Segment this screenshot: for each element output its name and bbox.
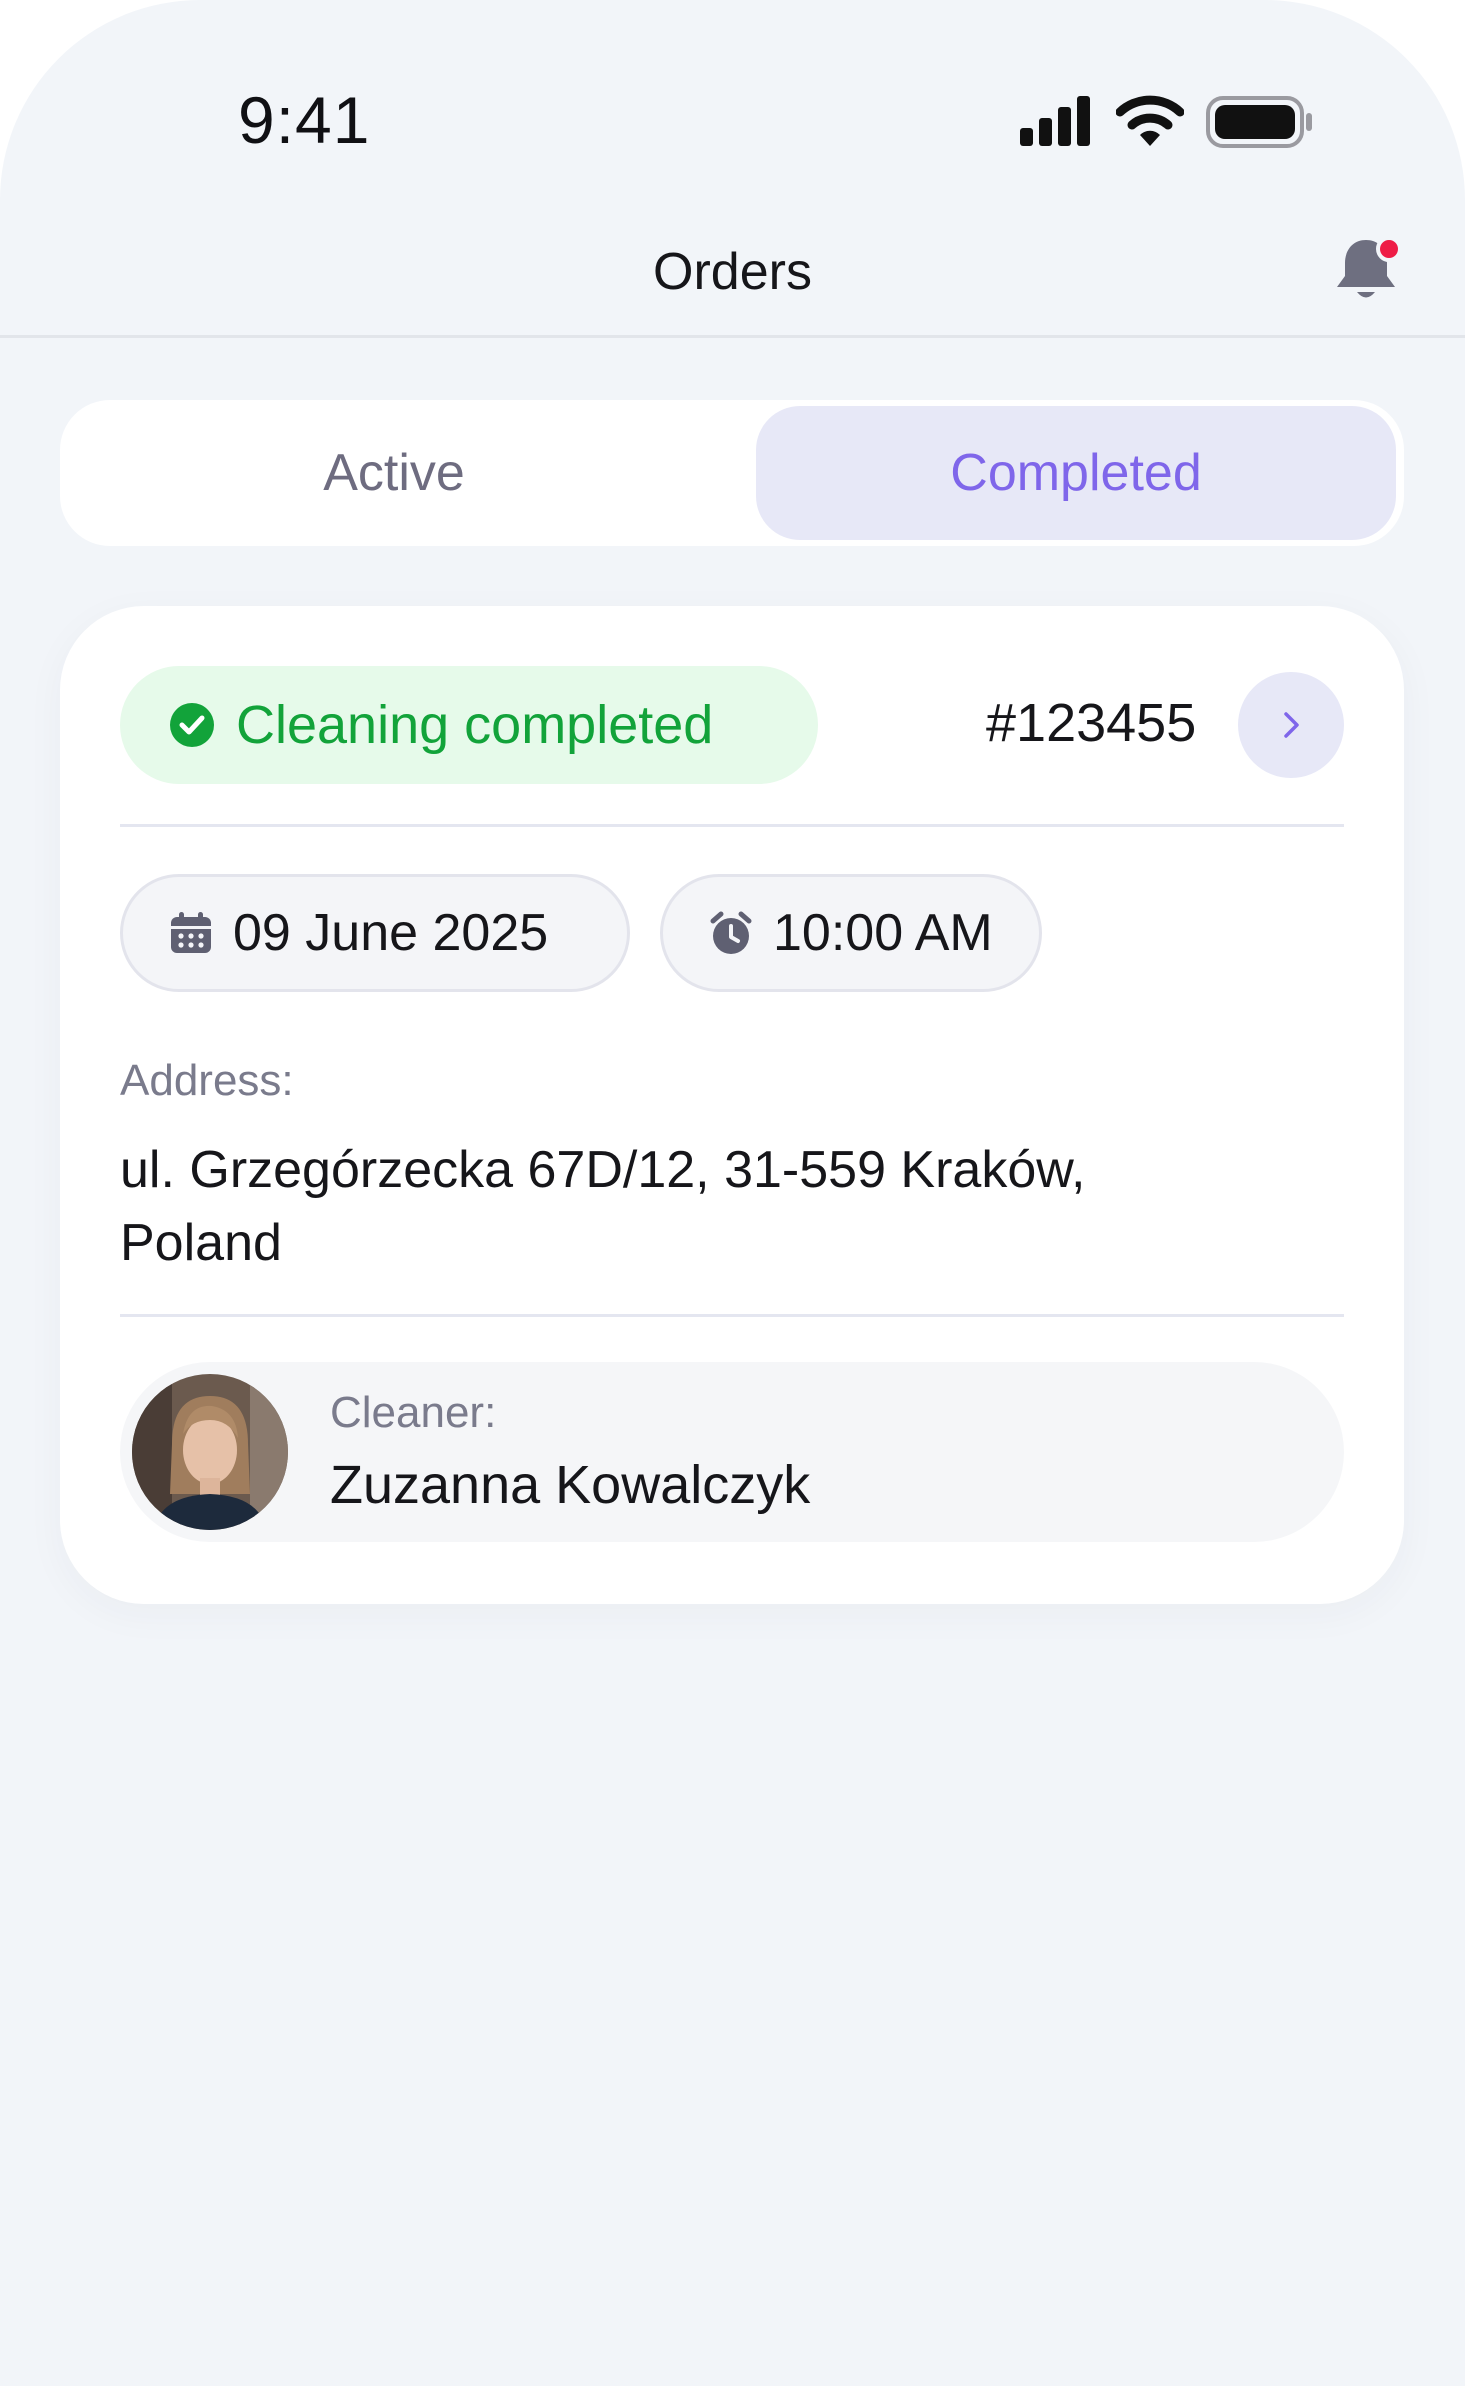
order-status-tabs: Active Completed — [60, 400, 1404, 546]
alarm-clock-icon — [710, 911, 752, 954]
cleaner-label: Cleaner: — [330, 1388, 497, 1437]
signal-icon — [1020, 96, 1090, 146]
address-value: ul. Grzegórzecka 67D/12, 31-559 Kraków, … — [120, 1134, 1240, 1280]
time-chip: 10:00 AM — [660, 874, 1042, 992]
order-number: #123455 — [986, 693, 1197, 753]
phone-screen: 9:41 Orders Active Completed Cleaning co… — [0, 0, 1465, 2386]
divider — [120, 1314, 1344, 1317]
chevron-right-icon — [1284, 712, 1299, 738]
address-line-1: ul. Grzegórzecka 67D/12, 31-559 Kraków, — [120, 1141, 1086, 1199]
avatar — [132, 1374, 288, 1530]
battery-icon — [1206, 96, 1312, 148]
status-bar: 9:41 — [0, 0, 1465, 190]
tab-completed[interactable]: Completed — [756, 406, 1396, 540]
cleaner-name: Zuzanna Kowalczyk — [330, 1455, 811, 1515]
order-date: 09 June 2025 — [233, 904, 549, 962]
status-label: Cleaning completed — [236, 695, 714, 755]
tab-active[interactable]: Active — [66, 406, 722, 540]
notification-badge — [1376, 236, 1402, 262]
address-line-2: Poland — [120, 1214, 282, 1272]
check-circle-icon — [170, 703, 214, 747]
status-time: 9:41 — [238, 83, 371, 157]
divider — [120, 824, 1344, 827]
cleaner-row[interactable]: Cleaner: Zuzanna Kowalczyk — [120, 1362, 1344, 1542]
open-order-button[interactable] — [1238, 672, 1344, 778]
order-time: 10:00 AM — [773, 904, 993, 962]
date-chip: 09 June 2025 — [120, 874, 630, 992]
calendar-icon — [171, 912, 211, 953]
order-card[interactable]: Cleaning completed #123455 09 June 2025 — [60, 606, 1404, 1604]
wifi-icon — [1116, 95, 1184, 146]
page-title: Orders — [653, 243, 812, 301]
address-label: Address: — [120, 1056, 294, 1105]
status-badge: Cleaning completed — [120, 666, 818, 784]
navigation-bar: Orders — [0, 190, 1465, 338]
